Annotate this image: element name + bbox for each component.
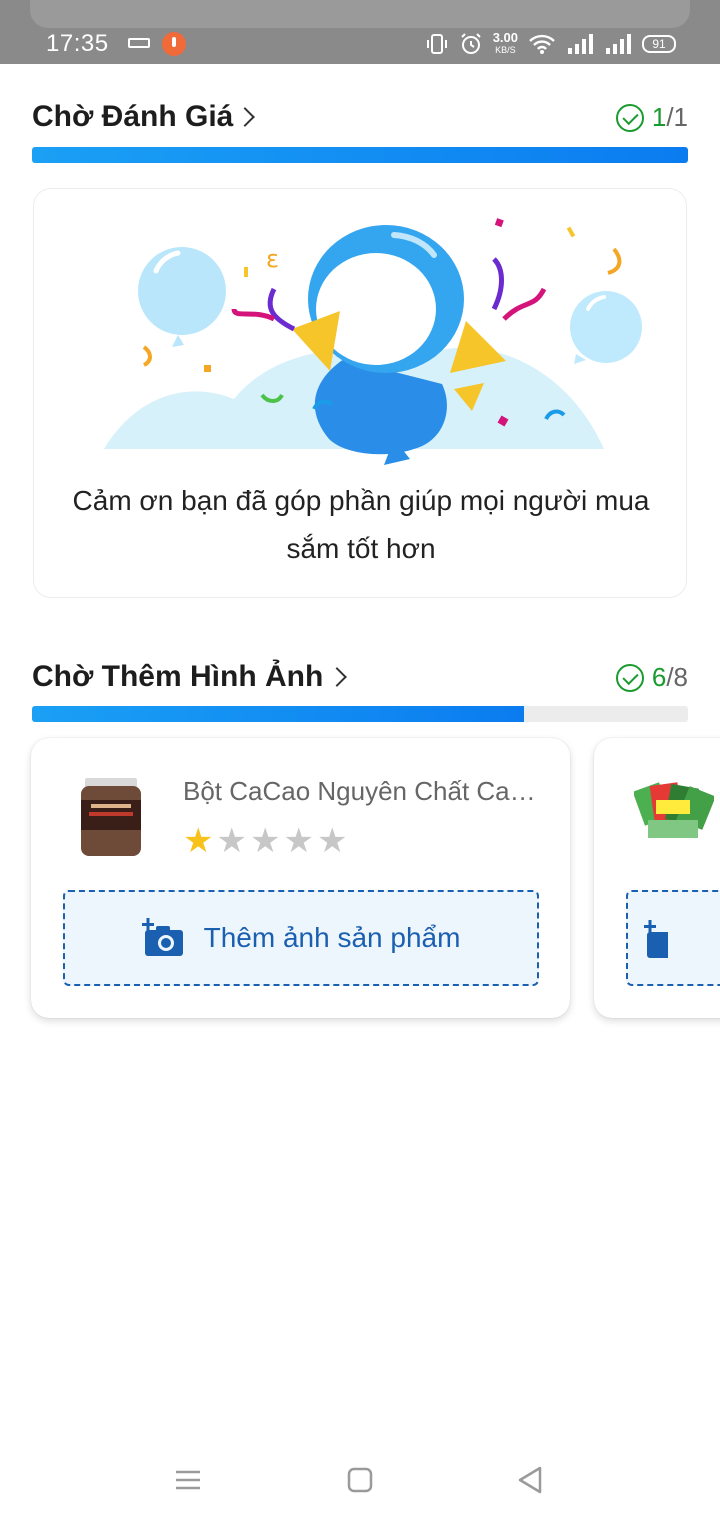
notification-icon <box>162 32 186 56</box>
photos-total-count: /8 <box>666 662 688 692</box>
product-name[interactable]: Bột CaCao Nguyên Chất Cacao <box>183 776 543 807</box>
star-icon[interactable]: ★ <box>283 824 313 858</box>
net-speed: 3.00 KB/S <box>492 30 518 56</box>
status-time: 17:35 <box>46 30 109 57</box>
keyboard-icon <box>128 38 150 48</box>
product-card[interactable] <box>594 738 720 1018</box>
notification-shade-handle[interactable] <box>30 0 690 28</box>
back-icon[interactable] <box>512 1462 552 1498</box>
signal-icon <box>568 34 593 54</box>
photos-progress-fill <box>32 706 524 722</box>
battery-icon: 91 <box>642 35 676 53</box>
thanks-card: ε ε Cảm ơn bạn đã góp phần giúp mọi ngườ… <box>33 188 687 598</box>
star-icon[interactable]: ★ <box>216 824 246 858</box>
net-speed-value: 3.00 <box>492 30 518 45</box>
wifi-icon <box>529 34 555 54</box>
add-photo-label: Thêm ảnh sản phẩm <box>203 922 461 953</box>
add-photo-button[interactable] <box>626 890 720 986</box>
product-card[interactable]: Bột CaCao Nguyên Chất Cacao ★ ★ ★ ★ ★ Th… <box>31 738 570 1018</box>
review-progress-fill <box>32 147 688 163</box>
product-thumbnail[interactable] <box>634 780 714 850</box>
section-review-count: 1/1 <box>615 102 688 133</box>
review-done-count: 1 <box>651 102 667 132</box>
review-progress-bar <box>32 147 688 163</box>
home-icon[interactable] <box>340 1462 380 1498</box>
check-circle-icon <box>615 663 644 692</box>
chevron-right-icon[interactable] <box>327 667 347 687</box>
add-camera-icon <box>644 920 668 958</box>
add-camera-icon <box>141 918 183 956</box>
section-photos-title[interactable]: Chờ Thêm Hình Ảnh <box>32 660 323 694</box>
star-icon[interactable]: ★ <box>250 824 280 858</box>
section-photos-header[interactable]: Chờ Thêm Hình Ảnh 6/8 <box>32 660 688 700</box>
signal-icon-2 <box>606 34 631 54</box>
star-icon[interactable]: ★ <box>317 824 347 858</box>
svg-text:ε: ε <box>266 245 279 273</box>
status-bar: 17:35 3.00 KB/S 91 <box>0 0 720 64</box>
product-thumbnail[interactable] <box>79 778 143 858</box>
thanks-message: Cảm ơn bạn đã góp phần giúp mọi người mu… <box>72 485 650 564</box>
vibrate-icon <box>426 34 447 54</box>
rating-stars[interactable]: ★ ★ ★ ★ ★ <box>183 824 347 858</box>
photos-done-count: 6 <box>651 662 667 692</box>
star-icon[interactable]: ★ <box>183 824 213 858</box>
photos-progress-bar <box>32 706 688 722</box>
navigation-bar <box>0 1436 720 1520</box>
chevron-right-icon[interactable] <box>235 107 255 127</box>
alarm-icon <box>460 33 481 54</box>
page: 17:35 3.00 KB/S 91 Chờ Đánh Giá 1/1 ε Cả… <box>0 0 720 1520</box>
check-circle-icon <box>615 103 644 132</box>
status-icons: 3.00 KB/S 91 <box>425 30 676 58</box>
review-total-count: /1 <box>666 102 688 132</box>
menu-icon[interactable] <box>168 1462 208 1498</box>
net-speed-unit: KB/S <box>495 45 516 55</box>
section-review-header[interactable]: Chờ Đánh Giá 1/1 <box>32 100 688 140</box>
section-photos-count: 6/8 <box>615 662 688 693</box>
section-review-title[interactable]: Chờ Đánh Giá <box>32 100 233 134</box>
celebration-mascot-illustration: ε ε <box>104 218 642 465</box>
add-photo-button[interactable]: Thêm ảnh sản phẩm <box>63 890 539 986</box>
